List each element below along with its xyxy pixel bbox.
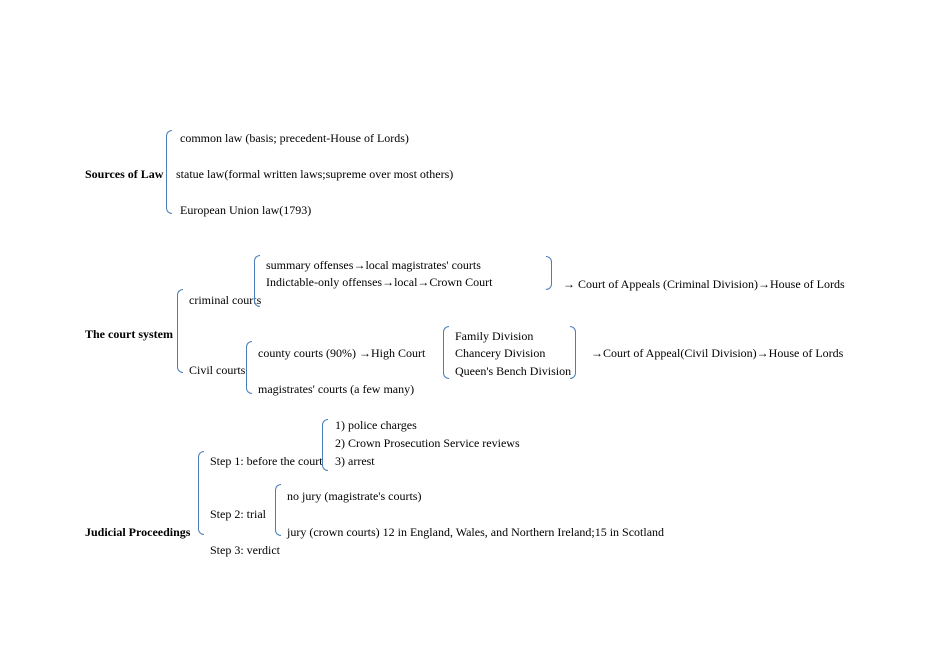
div2: Chancery Division <box>455 346 545 361</box>
brace-civil <box>246 341 252 394</box>
step1: Step 1: before the court <box>210 454 323 469</box>
arrow-icon: → <box>382 275 394 289</box>
step2-item2: jury (crown courts) 12 in England, Wales… <box>287 525 664 540</box>
sources-item1: common law (basis; precedent-House of Lo… <box>180 131 409 146</box>
brace-divisions-close <box>570 326 576 379</box>
brace-sources <box>166 130 172 214</box>
criminal-item2c: Crown Court <box>429 275 492 289</box>
brace-criminal <box>254 255 260 307</box>
step2-item1: no jury (magistrate's courts) <box>287 489 421 504</box>
step1-item3: 3) arrest <box>335 454 375 469</box>
sources-title: Sources of Law <box>85 167 163 182</box>
civil-tail-a: Court of Appeal(Civil Division) <box>603 346 757 360</box>
step3: Step 3: verdict <box>210 543 280 558</box>
criminal-label: criminal courts <box>189 293 261 308</box>
arrow-icon: → <box>563 277 575 291</box>
criminal-line2: Indictable-only offenses→local→Crown Cou… <box>266 275 492 290</box>
civil-item1b: High Court <box>371 346 425 360</box>
criminal-item2a: Indictable-only offenses <box>266 275 382 289</box>
brace-step1 <box>322 419 328 471</box>
court-title: The court system <box>85 327 173 342</box>
civil-tail-b: House of Lords <box>769 346 844 360</box>
criminal-tail-a: Court of Appeals (Criminal Division) <box>575 277 758 291</box>
step1-item1: 1) police charges <box>335 418 417 433</box>
sources-item3: European Union law(1793) <box>180 203 311 218</box>
arrow-icon: → <box>758 277 770 291</box>
criminal-item1b: local magistrates' courts <box>365 258 480 272</box>
brace-court <box>177 289 183 373</box>
sources-item2: statue law(formal written laws;supreme o… <box>176 167 453 182</box>
civil-label: Civil courts <box>189 363 245 378</box>
criminal-tail: → Court of Appeals (Criminal Division)→H… <box>563 277 845 292</box>
civil-tail: →Court of Appeal(Civil Division)→House o… <box>591 346 843 361</box>
step1-item2: 2) Crown Prosecution Service reviews <box>335 436 520 451</box>
civil-item1a: county courts (90%) <box>258 346 359 360</box>
brace-step2 <box>275 484 281 536</box>
brace-divisions <box>443 326 449 379</box>
criminal-item1a: summary offenses <box>266 258 353 272</box>
criminal-line1: summary offenses→local magistrates' cour… <box>266 258 481 273</box>
civil-line1: county courts (90%) →High Court <box>258 346 425 361</box>
criminal-item2b: local <box>394 275 417 289</box>
div1: Family Division <box>455 329 533 344</box>
arrow-icon: → <box>353 258 365 272</box>
div3: Queen's Bench Division <box>455 364 571 379</box>
arrow-icon: → <box>757 346 769 360</box>
arrow-icon: → <box>359 346 371 360</box>
criminal-tail-b: House of Lords <box>770 277 845 291</box>
arrow-icon: → <box>591 346 603 360</box>
civil-item2: magistrates' courts (a few many) <box>258 382 414 397</box>
arrow-icon: → <box>417 275 429 289</box>
step2: Step 2: trial <box>210 507 266 522</box>
brace-criminal-close <box>546 256 552 290</box>
judicial-title: Judicial Proceedings <box>85 525 190 540</box>
brace-judicial <box>198 451 204 535</box>
